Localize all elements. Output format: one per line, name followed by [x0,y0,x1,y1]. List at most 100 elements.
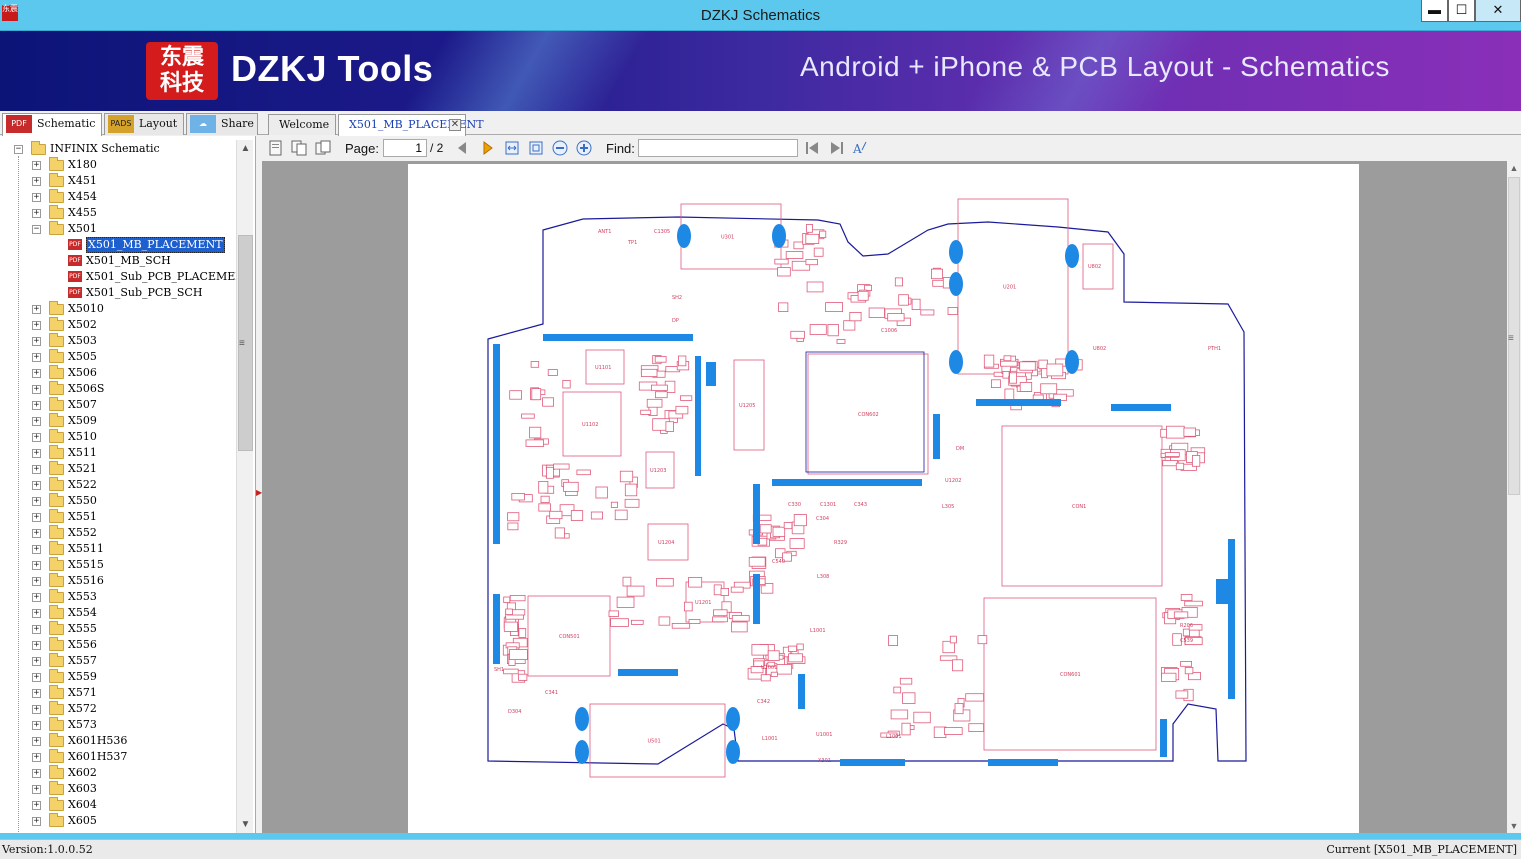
expand-icon[interactable]: + [32,641,41,650]
zoom-out-icon[interactable] [552,140,568,156]
tree-item-folder[interactable]: + X559 [0,669,236,685]
tree-item-document[interactable]: PDF X501_MB_PLACEMENT [0,237,236,253]
tree-item-folder[interactable]: + X506 [0,365,236,381]
scroll-up-icon[interactable]: ▲ [1507,161,1521,175]
export-document-icon[interactable] [315,140,331,156]
expand-icon[interactable]: + [32,353,41,362]
expand-icon[interactable]: + [32,673,41,682]
expand-icon[interactable]: + [32,337,41,346]
expand-icon[interactable]: + [32,481,41,490]
tab-document[interactable]: X501_MB_PLACEMENT ✕ [338,114,484,136]
tree-item-folder[interactable]: + X180 [0,157,236,173]
scroll-up-icon[interactable]: ▲ [237,140,254,157]
tree-item-folder[interactable]: + X603 [0,781,236,797]
tree-item-folder[interactable]: + X557 [0,653,236,669]
expand-icon[interactable]: + [32,369,41,378]
expand-icon[interactable]: + [32,769,41,778]
tab-welcome[interactable]: Welcome [268,114,336,135]
tree-item-folder[interactable]: + X451 [0,173,236,189]
close-button[interactable]: ✕ [1475,0,1521,22]
tree-item-folder[interactable]: + X5516 [0,573,236,589]
expand-icon[interactable]: + [32,417,41,426]
expand-icon[interactable]: + [32,705,41,714]
expand-icon[interactable]: + [32,609,41,618]
tree-item-folder[interactable]: + X601H536 [0,733,236,749]
tree-item-folder[interactable]: + X454 [0,189,236,205]
scroll-down-icon[interactable]: ▼ [237,816,254,833]
expand-icon[interactable]: + [32,433,41,442]
expand-icon[interactable]: + [32,321,41,330]
tree-item-folder[interactable]: + X5010 [0,301,236,317]
expand-icon[interactable]: + [32,737,41,746]
expand-icon[interactable]: + [32,449,41,458]
find-previous-icon[interactable] [804,140,820,156]
expand-icon[interactable]: + [32,817,41,826]
zoom-in-icon[interactable] [576,140,592,156]
tree-item-folder[interactable]: + X571 [0,685,236,701]
previous-page-icon[interactable] [454,140,470,156]
tree-item-folder[interactable]: + X605 [0,813,236,829]
expand-icon[interactable]: + [32,513,41,522]
expand-icon[interactable]: + [32,465,41,474]
tree-item-document[interactable]: PDF X501_Sub_PCB_SCH [0,285,236,301]
expand-icon[interactable]: + [32,497,41,506]
viewer-scrollbar[interactable]: ▲ ≡ ▼ [1507,161,1521,833]
tab-schematic[interactable]: PDF Schematic [2,113,102,136]
expand-icon[interactable]: + [32,545,41,554]
tree-item-folder[interactable]: + X503 [0,333,236,349]
tree-item-folder[interactable]: + X511 [0,445,236,461]
tab-share[interactable]: ☁ Share [186,113,258,135]
expand-icon[interactable]: + [32,193,41,202]
collapse-icon[interactable]: − [32,225,41,234]
tab-layout[interactable]: PADS Layout [104,113,184,135]
tree-item-folder[interactable]: + X5511 [0,541,236,557]
expand-icon[interactable]: + [32,785,41,794]
sidebar-scrollbar[interactable]: ▲ ≡ ▼ [236,140,253,833]
tree-item-folder[interactable]: + X556 [0,637,236,653]
close-tab-icon[interactable]: ✕ [449,119,461,131]
document-viewer[interactable]: CON602 CON1 CON601 CON501 U1102 U1101 U1204 U12… [262,161,1507,833]
fit-page-icon[interactable] [528,140,544,156]
fit-width-icon[interactable] [504,140,520,156]
maximize-button[interactable]: ☐ [1448,0,1475,22]
tree-item-folder[interactable]: + X604 [0,797,236,813]
tree-item-folder[interactable]: + X555 [0,621,236,637]
expand-icon[interactable]: + [32,161,41,170]
expand-icon[interactable]: + [32,529,41,538]
tree-item-folder[interactable]: + X522 [0,477,236,493]
find-input[interactable] [638,139,798,157]
expand-icon[interactable]: + [32,305,41,314]
tree-item-folder[interactable]: + X521 [0,461,236,477]
open-document-icon[interactable] [268,140,284,156]
minimize-button[interactable]: ▬ [1421,0,1448,22]
tree-item-folder[interactable]: + X553 [0,589,236,605]
expand-icon[interactable]: + [32,721,41,730]
highlight-text-icon[interactable]: A [852,140,868,156]
scroll-down-icon[interactable]: ▼ [1507,819,1521,833]
tree-item-folder[interactable]: + X602 [0,765,236,781]
page-number-input[interactable] [383,139,427,157]
expand-icon[interactable]: + [32,753,41,762]
tree-item-folder[interactable]: + X552 [0,525,236,541]
expand-icon[interactable]: + [32,401,41,410]
tree-item-folder[interactable]: + X455 [0,205,236,221]
expand-icon[interactable]: + [32,577,41,586]
find-next-icon[interactable] [829,140,845,156]
tree-item-folder[interactable]: − INFINIX Schematic [0,141,236,157]
expand-icon[interactable]: + [32,209,41,218]
collapse-icon[interactable]: − [14,145,23,154]
tree-item-folder[interactable]: + X506S [0,381,236,397]
tree-item-folder[interactable]: + X573 [0,717,236,733]
tree-item-folder[interactable]: + X550 [0,493,236,509]
copy-document-icon[interactable] [291,140,307,156]
expand-icon[interactable]: + [32,593,41,602]
tree-item-folder[interactable]: + X601H537 [0,749,236,765]
tree-item-folder[interactable]: + X554 [0,605,236,621]
expand-icon[interactable]: + [32,177,41,186]
expand-icon[interactable]: + [32,561,41,570]
next-page-icon[interactable] [480,140,496,156]
tree-item-folder[interactable]: + X505 [0,349,236,365]
tree-item-folder[interactable]: − X501 [0,221,236,237]
tree-item-document[interactable]: PDF X501_Sub_PCB_PLACEMENT [0,269,252,285]
expand-icon[interactable]: + [32,385,41,394]
